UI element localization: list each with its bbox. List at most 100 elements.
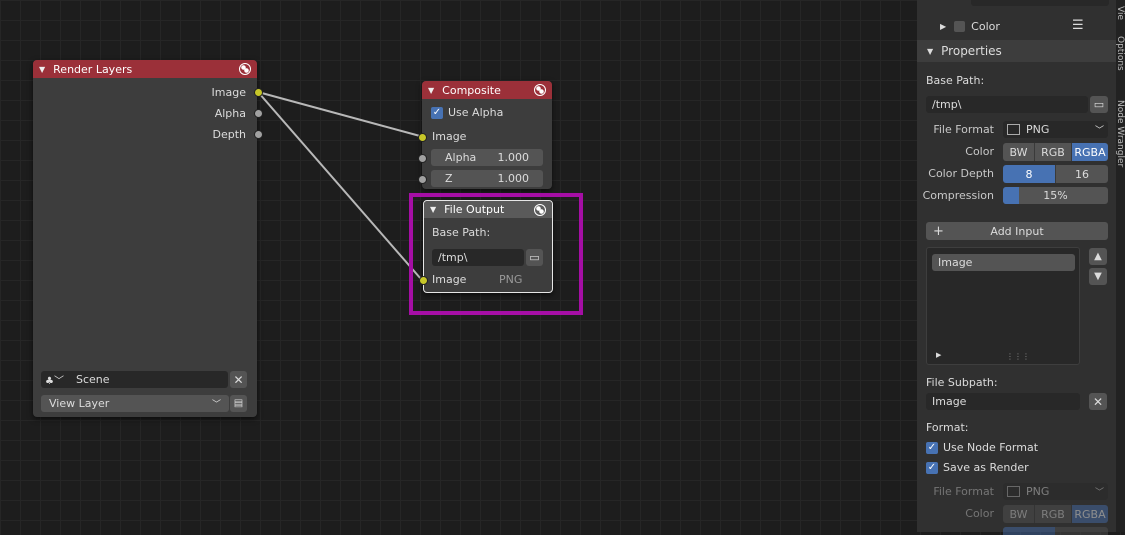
- list-options-icon[interactable]: ☰: [1072, 18, 1084, 33]
- chevron-down-icon: ﹀: [211, 400, 221, 410]
- resize-grip-icon[interactable]: ⋮⋮⋮: [1006, 352, 1030, 361]
- scene-name: Scene: [75, 373, 110, 386]
- disabled-color-mode-buttons: BW RGB RGBA: [1003, 505, 1108, 523]
- top-field[interactable]: [971, 0, 1109, 6]
- base-path-value: /tmp\: [932, 98, 962, 111]
- chevron-down-icon: ﹀: [1094, 126, 1104, 136]
- color-mode-buttons: BW RGB RGBA: [1003, 143, 1108, 161]
- collapse-icon[interactable]: ▼: [927, 47, 933, 56]
- composite-z-field[interactable]: Z 1.000: [431, 170, 543, 187]
- color-depth-16[interactable]: 16: [1056, 165, 1108, 183]
- render-icon: [534, 84, 546, 96]
- compression-value: 15%: [1043, 189, 1068, 202]
- tab-options[interactable]: Options: [1116, 36, 1125, 76]
- scene-icon: ♣﹀: [45, 376, 64, 387]
- move-up-button[interactable]: ▲: [1089, 248, 1107, 265]
- color-depth-8[interactable]: 8: [1003, 165, 1056, 183]
- color-mode-bw[interactable]: BW: [1003, 143, 1035, 161]
- collapse-icon[interactable]: ▼: [39, 65, 45, 74]
- render-layers-header[interactable]: ▼ Render Layers: [33, 60, 257, 78]
- scene-clear-button[interactable]: ✕: [230, 371, 247, 388]
- output-depth-socket[interactable]: [254, 130, 263, 139]
- move-down-button[interactable]: ▼: [1089, 268, 1107, 285]
- output-alpha-socket[interactable]: [254, 109, 263, 118]
- sidebar-panel: ▶ Color ☰ ▼ Properties Base Path: /tmp\ …: [917, 0, 1116, 535]
- add-input-button[interactable]: + Add Input: [926, 222, 1108, 240]
- scene-selector[interactable]: ♣﹀ Scene: [41, 371, 228, 388]
- image-icon: [1007, 124, 1020, 135]
- output-image-label: Image: [211, 86, 246, 99]
- expand-icon[interactable]: ▶: [940, 22, 946, 31]
- add-input-label: Add Input: [990, 224, 1044, 238]
- composite-alpha-field[interactable]: Alpha 1.000: [431, 149, 543, 166]
- color-mode-rgb[interactable]: RGB: [1035, 143, 1072, 161]
- file-subpath-value: Image: [932, 395, 967, 408]
- composite-header[interactable]: ▼ Composite: [422, 81, 552, 99]
- render-layers-node[interactable]: ▼ Render Layers Image Alpha Depth ♣﹀ Sce…: [33, 60, 263, 417]
- file-subpath-label: File Subpath:: [926, 376, 998, 389]
- composite-node[interactable]: ▼ Composite ✓ Use Alpha Image Alpha 1.00…: [418, 81, 552, 189]
- checkmark-icon: ✓: [926, 441, 938, 454]
- tab-node-wrangler[interactable]: Node Wrangler: [1116, 100, 1125, 168]
- base-path-browse-button[interactable]: ▭: [1090, 96, 1108, 113]
- disabled-color-label: Color: [965, 507, 994, 520]
- composite-z-socket[interactable]: [418, 175, 427, 184]
- file-subpath-clear-button[interactable]: ✕: [1089, 393, 1107, 410]
- composite-image-socket[interactable]: [418, 133, 427, 142]
- output-alpha-label: Alpha: [214, 107, 246, 120]
- disabled-file-format-select: PNG ﹀: [1003, 483, 1108, 500]
- disabled-color-depth-bar: [1003, 527, 1108, 535]
- output-depth-label: Depth: [212, 128, 246, 141]
- disabled-color-mode-rgba: RGBA: [1072, 505, 1108, 523]
- image-icon: [1007, 486, 1020, 497]
- folder-icon: ▭: [1093, 98, 1105, 111]
- render-icon: [239, 63, 251, 75]
- composite-image-label: Image: [432, 130, 467, 143]
- use-node-format-label: Use Node Format: [943, 441, 1039, 454]
- z-value: 1.000: [497, 172, 530, 185]
- output-image-socket[interactable]: [254, 88, 263, 97]
- use-alpha-checkbox[interactable]: ✓ Use Alpha: [431, 106, 503, 119]
- base-path-input[interactable]: /tmp\: [926, 96, 1088, 113]
- view-layer-name: View Layer: [49, 397, 110, 410]
- inputs-list-item[interactable]: Image: [932, 254, 1075, 271]
- base-path-label: Base Path:: [926, 74, 985, 87]
- color-mode-rgba[interactable]: RGBA: [1072, 143, 1108, 161]
- checkmark-icon: ✓: [431, 106, 443, 119]
- highlight-box: [409, 193, 583, 315]
- disabled-file-format-value: PNG: [1026, 485, 1050, 498]
- disabled-color-mode-rgb: RGB: [1035, 505, 1072, 523]
- properties-header[interactable]: ▼ Properties: [917, 40, 1116, 62]
- file-format-select[interactable]: PNG ﹀: [1003, 121, 1108, 138]
- file-format-value: PNG: [1026, 123, 1050, 136]
- expand-icon[interactable]: ▶: [936, 351, 941, 359]
- file-subpath-input[interactable]: Image: [926, 393, 1080, 410]
- format-label: Format:: [926, 421, 969, 434]
- color-label: Color: [971, 20, 1000, 33]
- save-as-render-checkbox[interactable]: ✓ Save as Render: [926, 461, 1029, 474]
- view-layer-browse-button[interactable]: ▤: [230, 395, 247, 412]
- composite-alpha-socket[interactable]: [418, 154, 427, 163]
- compression-fill: [1003, 187, 1019, 204]
- inputs-list[interactable]: Image ▶ ⋮⋮⋮: [926, 247, 1080, 365]
- disabled-file-format-label: File Format: [933, 485, 994, 498]
- composite-title: Composite: [442, 83, 501, 97]
- color-mode-label: Color: [965, 145, 994, 158]
- z-label: Z: [445, 172, 453, 185]
- color-row[interactable]: ▶ Color: [940, 20, 1000, 33]
- alpha-label: Alpha: [445, 151, 477, 164]
- tab-view[interactable]: Vie: [1116, 6, 1125, 34]
- color-depth-buttons: 8 16: [1003, 165, 1108, 183]
- color-checkbox[interactable]: [954, 21, 966, 32]
- file-format-label: File Format: [933, 123, 994, 136]
- checkmark-icon: ✓: [926, 461, 938, 474]
- disabled-color-mode-bw: BW: [1003, 505, 1035, 523]
- use-node-format-checkbox[interactable]: ✓ Use Node Format: [926, 441, 1038, 454]
- link-image-to-file-output: [257, 91, 422, 280]
- close-icon: ✕: [233, 372, 244, 387]
- collapse-icon[interactable]: ▼: [428, 86, 434, 95]
- view-layer-selector[interactable]: View Layer ﹀: [41, 395, 229, 412]
- chevron-down-icon: ﹀: [1094, 488, 1104, 498]
- save-as-render-label: Save as Render: [943, 461, 1029, 474]
- compression-slider[interactable]: 15%: [1003, 187, 1108, 204]
